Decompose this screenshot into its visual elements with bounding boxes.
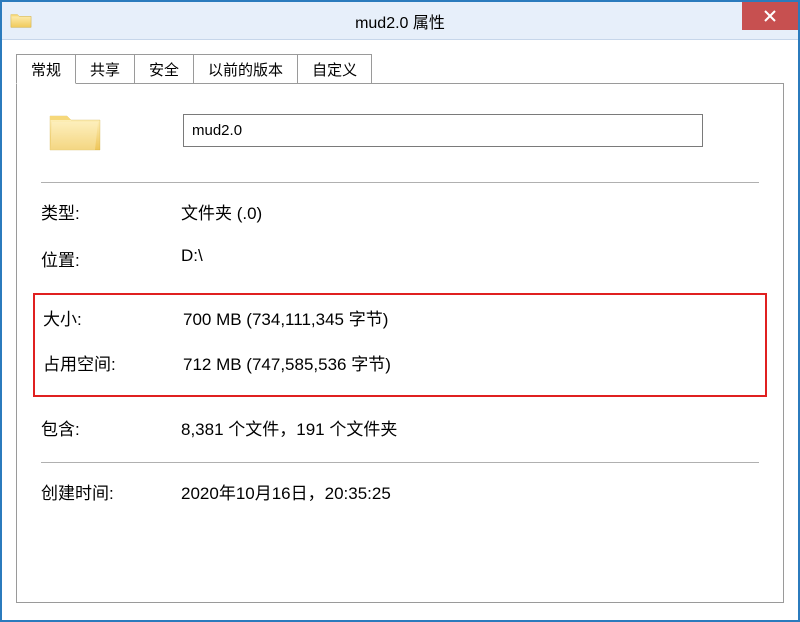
separator [41, 462, 759, 463]
tab-security[interactable]: 安全 [134, 54, 194, 84]
type-label: 类型: [41, 199, 181, 224]
size-row: 大小: 700 MB (734,111,345 字节) [43, 305, 765, 330]
tab-panel-general: 类型: 文件夹 (.0) 位置: D:\ 大小: 700 MB (734,111… [16, 83, 784, 603]
tab-label: 安全 [149, 62, 179, 79]
close-icon [763, 9, 777, 23]
created-value: 2020年10月16日，20:35:25 [181, 479, 391, 504]
location-value: D:\ [181, 246, 203, 271]
type-row: 类型: 文件夹 (.0) [41, 199, 759, 224]
tab-custom[interactable]: 自定义 [297, 54, 372, 84]
titlebar: mud2.0 属性 [2, 2, 798, 40]
type-value: 文件夹 (.0) [181, 199, 262, 224]
folder-icon [10, 10, 32, 32]
tab-sharing[interactable]: 共享 [75, 54, 135, 84]
size-on-disk-label: 占用空间: [43, 350, 183, 375]
tab-label: 以前的版本 [208, 62, 283, 79]
contains-label: 包含: [41, 415, 181, 440]
size-on-disk-row: 占用空间: 712 MB (747,585,536 字节) [43, 350, 765, 375]
contains-row: 包含: 8,381 个文件，191 个文件夹 [41, 415, 759, 440]
size-label: 大小: [43, 305, 183, 330]
separator [41, 182, 759, 183]
size-highlight-box: 大小: 700 MB (734,111,345 字节) 占用空间: 712 MB… [33, 293, 767, 397]
location-label: 位置: [41, 246, 181, 271]
content-area: 常规 共享 安全 以前的版本 自定义 [2, 40, 798, 603]
tab-label: 共享 [90, 62, 120, 79]
size-value: 700 MB (734,111,345 字节) [183, 305, 388, 330]
folder-name-input[interactable] [183, 114, 703, 147]
tab-label: 常规 [31, 62, 61, 79]
tab-strip: 常规 共享 安全 以前的版本 自定义 [16, 54, 784, 84]
tab-general[interactable]: 常规 [16, 54, 76, 84]
tab-label: 自定义 [312, 62, 357, 79]
contains-value: 8,381 个文件，191 个文件夹 [181, 415, 397, 440]
created-label: 创建时间: [41, 479, 181, 504]
name-row [41, 106, 759, 154]
tab-previous[interactable]: 以前的版本 [193, 54, 298, 84]
close-button[interactable] [742, 2, 798, 30]
location-row: 位置: D:\ [41, 246, 759, 271]
created-row: 创建时间: 2020年10月16日，20:35:25 [41, 479, 759, 504]
size-on-disk-value: 712 MB (747,585,536 字节) [183, 350, 391, 375]
window-title: mud2.0 属性 [2, 9, 798, 33]
properties-window: mud2.0 属性 常规 共享 安全 以前的版本 自定义 [0, 0, 800, 622]
folder-icon-large [47, 106, 103, 154]
